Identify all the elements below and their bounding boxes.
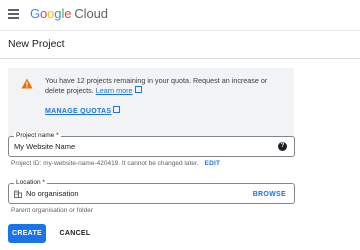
cancel-button[interactable]: CANCEL: [57, 224, 93, 243]
project-name-input[interactable]: My Website Name: [14, 142, 75, 151]
cloud-wordmark: Cloud: [74, 6, 108, 21]
project-id-hint: Project ID: my-website-name-420419. It c…: [11, 160, 220, 167]
browse-button[interactable]: BROWSE: [253, 191, 286, 198]
quota-message-text: You have 12 projects remaining in your q…: [45, 76, 268, 95]
page-header: New Project: [0, 30, 360, 59]
location-value: No organisation: [26, 189, 79, 198]
location-field[interactable]: Location * No organisation BROWSE: [8, 179, 295, 204]
location-hint: Parent organisation or folder: [11, 207, 94, 214]
learn-more-label: Learn more: [95, 86, 133, 95]
google-wordmark: Google: [30, 6, 72, 21]
hamburger-menu-icon[interactable]: [8, 9, 19, 19]
warning-icon: [21, 78, 33, 89]
quota-message: You have 12 projects remaining in your q…: [45, 76, 285, 96]
organization-icon: [14, 190, 22, 198]
google-cloud-logo[interactable]: Google Cloud: [30, 6, 108, 21]
project-name-field[interactable]: Project name * My Website Name ?: [8, 132, 295, 157]
top-bar: Google Cloud: [0, 0, 360, 30]
help-icon[interactable]: ?: [278, 142, 287, 151]
external-link-icon: [113, 106, 121, 113]
manage-quotas-link[interactable]: MANAGE QUOTAS: [45, 106, 121, 115]
location-label: Location *: [14, 179, 47, 187]
create-button[interactable]: CREATE: [8, 224, 46, 243]
manage-quotas-label: MANAGE QUOTAS: [45, 108, 112, 115]
edit-project-id-button[interactable]: EDIT: [205, 160, 221, 167]
learn-more-link[interactable]: Learn more: [96, 86, 142, 95]
external-link-icon: [134, 86, 142, 93]
project-id-text: Project ID: my-website-name-420419. It c…: [11, 160, 199, 167]
project-name-label: Project name *: [14, 132, 61, 140]
page-title: New Project: [8, 38, 65, 50]
